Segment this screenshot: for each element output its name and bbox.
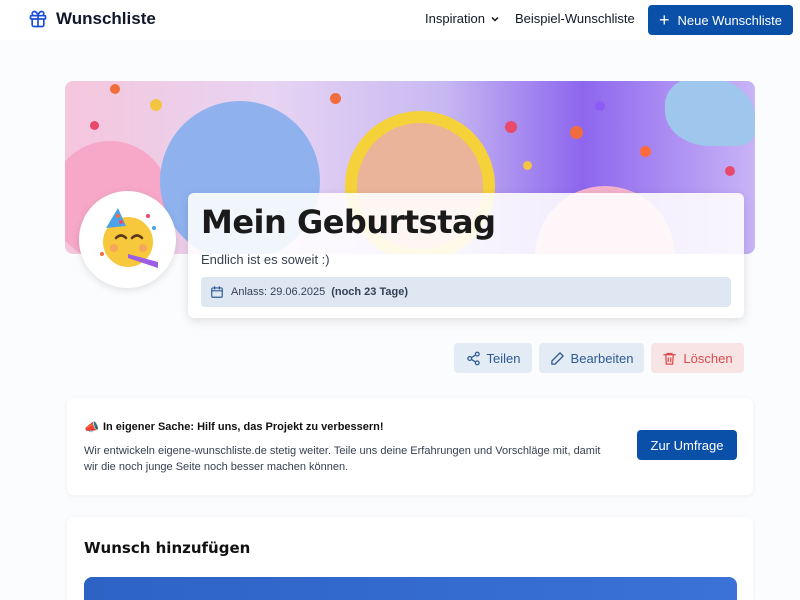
edit-label: Bearbeiten <box>570 350 634 366</box>
add-wish-form-area[interactable] <box>84 577 737 600</box>
add-wish-card: Wunsch hinzufügen <box>67 517 753 600</box>
pencil-icon <box>550 351 564 365</box>
share-icon <box>466 351 480 365</box>
survey-button[interactable]: Zur Umfrage <box>637 430 737 460</box>
occasion-countdown: (noch 23 Tage) <box>331 286 408 298</box>
share-button[interactable]: Teilen <box>454 343 532 373</box>
trash-icon <box>663 352 677 365</box>
delete-button[interactable]: Löschen <box>651 343 744 373</box>
wishlist-header-card: Mein Geburtstag Endlich ist es soweit :)… <box>188 193 744 318</box>
nav-inspiration-dropdown[interactable]: Inspiration <box>425 11 500 26</box>
wishlist-avatar <box>79 191 176 288</box>
chevron-down-icon <box>491 16 499 22</box>
share-label: Teilen <box>486 350 521 366</box>
survey-description: Wir entwickeln eigene-wunschliste.de ste… <box>84 445 601 473</box>
add-wish-heading: Wunsch hinzufügen <box>84 539 251 557</box>
new-wishlist-button[interactable]: + Neue Wunschliste <box>648 5 793 35</box>
wishlist-title: Mein Geburtstag <box>201 203 496 241</box>
brand-logo-link[interactable]: Wunschliste <box>28 7 156 31</box>
megaphone-icon: 📣 <box>84 420 99 434</box>
nav-example-wishlist-label: Beispiel-Wunschliste <box>515 11 635 26</box>
delete-label: Löschen <box>683 350 733 366</box>
survey-card: 📣 In eigener Sache: Hilf uns, das Projek… <box>67 398 753 495</box>
wishlist-subtitle: Endlich ist es soweit :) <box>201 252 330 267</box>
new-wishlist-label: Neue Wunschliste <box>677 12 783 28</box>
nav-example-wishlist-link[interactable]: Beispiel-Wunschliste <box>515 11 635 26</box>
brand-name: Wunschliste <box>56 9 156 28</box>
plus-icon: + <box>658 10 670 30</box>
partying-face-emoji-icon <box>99 207 158 268</box>
survey-heading-row: 📣 In eigener Sache: Hilf uns, das Projek… <box>84 420 384 434</box>
occasion-info-bar: Anlass: 29.06.2025 (noch 23 Tage) <box>201 277 731 307</box>
edit-button[interactable]: Bearbeiten <box>539 343 644 373</box>
calendar-icon <box>211 286 223 298</box>
survey-heading: In eigener Sache: Hilf uns, das Projekt … <box>102 421 384 433</box>
occasion-date: Anlass: 29.06.2025 <box>231 286 326 298</box>
top-navbar: Wunschliste Inspiration Beispiel-Wunschl… <box>0 0 800 40</box>
gift-icon <box>29 10 47 28</box>
nav-inspiration-label: Inspiration <box>425 11 485 26</box>
